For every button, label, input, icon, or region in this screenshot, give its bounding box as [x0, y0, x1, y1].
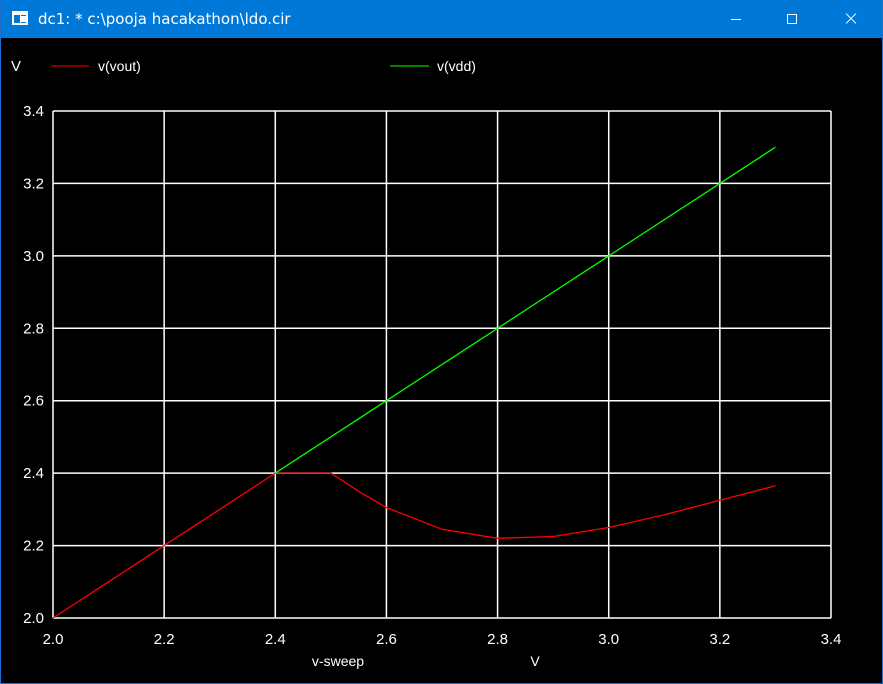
y-tick-label: 3.0	[23, 248, 44, 265]
plot-window: dc1: * c:\pooja hacakathon\ldo.cir V v(v…	[0, 0, 883, 684]
title-bar[interactable]: dc1: * c:\pooja hacakathon\ldo.cir	[1, 0, 882, 38]
minimize-icon	[731, 19, 741, 20]
maximize-icon	[787, 14, 797, 24]
series-lines	[52, 146, 776, 619]
y-tick-label: 2.2	[23, 538, 44, 555]
close-button[interactable]	[827, 0, 873, 38]
x-tick-label: 2.6	[376, 631, 397, 648]
window-title: dc1: * c:\pooja hacakathon\ldo.cir	[38, 10, 291, 28]
y-tick-label: 2.0	[23, 610, 44, 627]
y-tick-label: 2.6	[23, 393, 44, 410]
x-tick-labels: 2.0 2.2 2.4 2.6 2.8 3.0 3.2 3.4	[43, 631, 842, 648]
y-tick-labels: 2.0 2.2 2.4 2.6 2.8 3.0 3.2 3.4	[23, 103, 44, 627]
x-tick-label: 3.2	[709, 631, 730, 648]
minimize-button[interactable]	[713, 0, 759, 38]
y-tick-label: 3.4	[23, 103, 44, 120]
x-axis-unit: V	[530, 653, 540, 669]
x-tick-label: 2.4	[265, 631, 286, 648]
y-tick-label: 2.8	[23, 320, 44, 337]
y-tick-label: 3.2	[23, 175, 44, 192]
x-tick-label: 2.2	[154, 631, 175, 648]
x-tick-label: 3.0	[598, 631, 619, 648]
app-icon[interactable]	[12, 11, 28, 25]
y-tick-label: 2.4	[23, 465, 44, 482]
legend-label-vout: v(vout)	[98, 58, 141, 74]
series-line-v-vdd	[274, 146, 776, 474]
legend-y-unit: V	[11, 58, 21, 75]
x-tick-label: 2.0	[43, 631, 64, 648]
x-tick-label: 2.8	[487, 631, 508, 648]
x-tick-label: 3.4	[821, 631, 842, 648]
maximize-button[interactable]	[769, 0, 815, 38]
plot-area: V v(vout) v(vdd) 2.0 2.2 2.4 2.6 2.8 3.0 3.2 3.…	[11, 58, 842, 669]
legend-label-vdd: v(vdd)	[437, 58, 476, 74]
x-axis-label: v-sweep	[312, 653, 364, 669]
